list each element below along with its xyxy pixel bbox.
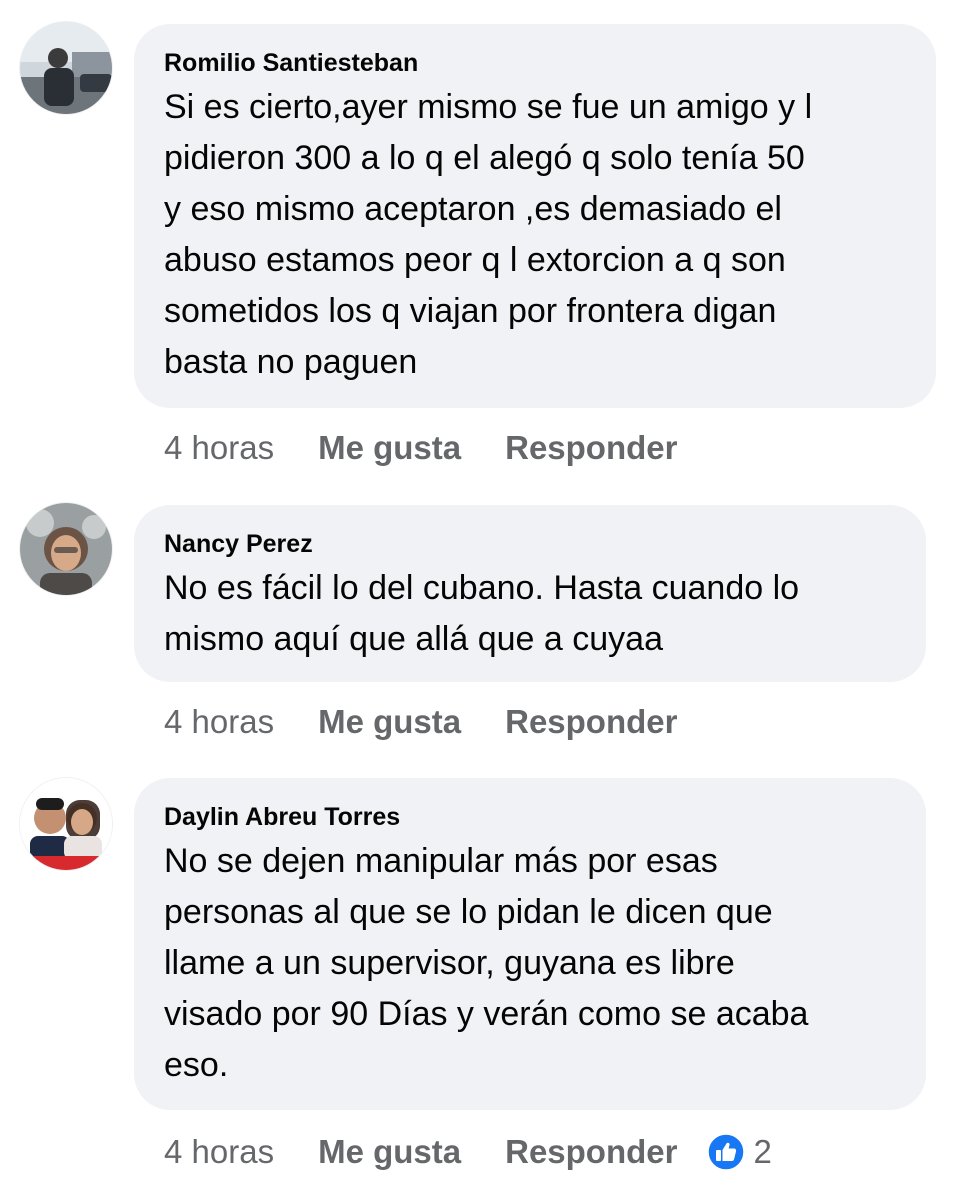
comment-time[interactable]: 4 horas <box>164 1132 274 1172</box>
comment-actions: 4 horas Me gusta Responder <box>164 428 677 468</box>
like-icon <box>707 1133 746 1171</box>
comment-text: No se dejen manipular más por esas perso… <box>164 842 809 1084</box>
like-button[interactable]: Me gusta <box>318 428 461 468</box>
avatar[interactable] <box>20 503 112 595</box>
comment-author[interactable]: Nancy Perez <box>164 529 896 559</box>
comment-actions: 4 horas Me gusta Responder 2 <box>164 1132 772 1172</box>
avatar-photo-icon <box>20 778 112 870</box>
comment-time[interactable]: 4 horas <box>164 702 274 742</box>
comment-text: No es fácil lo del cubano. Hasta cuando … <box>164 569 800 658</box>
avatar[interactable] <box>20 22 112 114</box>
reply-button[interactable]: Responder <box>505 428 677 468</box>
comment-text: Si es cierto,ayer mismo se fue un amigo … <box>164 88 813 381</box>
comment-author[interactable]: Romilio Santiesteban <box>164 48 906 78</box>
avatar-photo-icon <box>20 503 112 595</box>
avatar[interactable] <box>20 778 112 870</box>
like-button[interactable]: Me gusta <box>318 1132 461 1172</box>
comment-author[interactable]: Daylin Abreu Torres <box>164 802 896 832</box>
comment-time[interactable]: 4 horas <box>164 428 274 468</box>
avatar-photo-icon <box>20 22 112 114</box>
comment-bubble: Romilio Santiesteban Si es cierto,ayer m… <box>134 24 936 408</box>
reply-button[interactable]: Responder <box>505 702 677 742</box>
reaction-count: 2 <box>753 1133 772 1170</box>
reaction-summary[interactable]: 2 <box>707 1132 772 1172</box>
comment-bubble: Nancy Perez No es fácil lo del cubano. H… <box>134 505 926 682</box>
like-button[interactable]: Me gusta <box>318 702 461 742</box>
comment-bubble: Daylin Abreu Torres No se dejen manipula… <box>134 778 926 1110</box>
comment-actions: 4 horas Me gusta Responder <box>164 702 677 742</box>
reply-button[interactable]: Responder <box>505 1132 677 1172</box>
